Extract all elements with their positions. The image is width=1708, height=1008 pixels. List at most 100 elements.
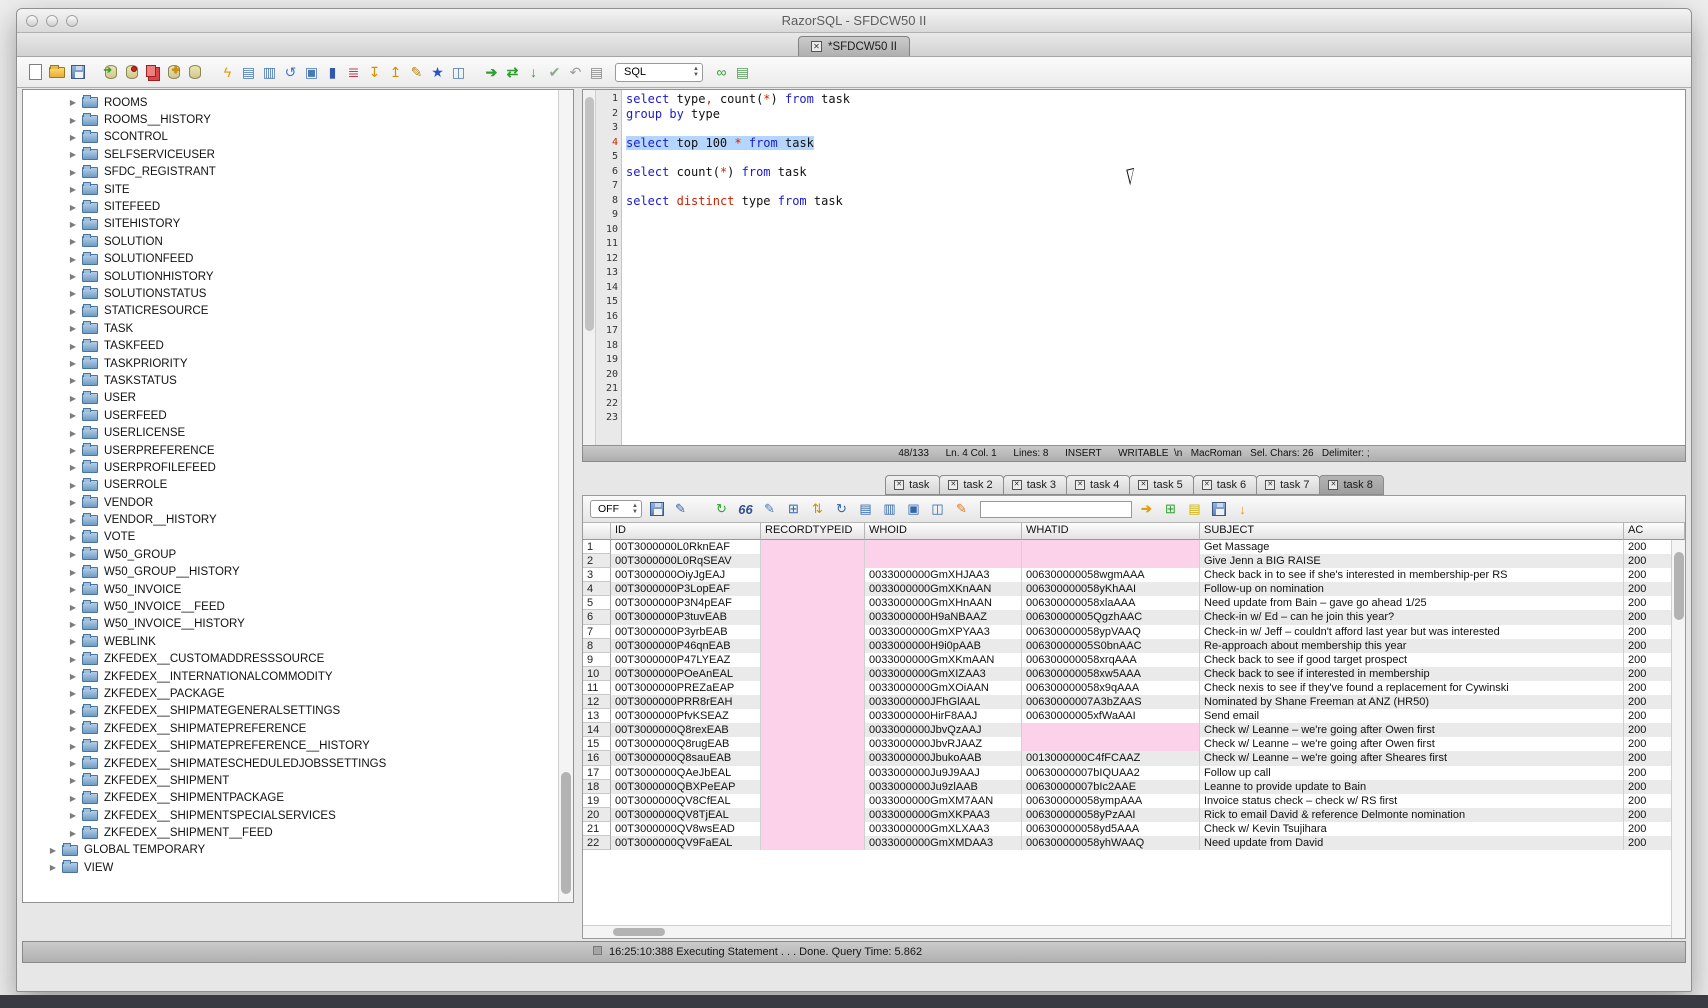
table-row[interactable]: 500T3000000P3N4pEAF0033000000GmXHnAAN006…: [583, 596, 1685, 610]
grid-horizontal-scrollbar[interactable]: [583, 925, 1685, 938]
save-results-icon[interactable]: [647, 500, 666, 519]
grid-cell[interactable]: 00630000007bIQUAA2: [1022, 766, 1200, 780]
grid-cell[interactable]: Need update from Bain – gave go ahead 1/…: [1200, 596, 1624, 610]
close-window-button[interactable]: [26, 15, 38, 27]
disclosure-triangle-icon[interactable]: ▶: [67, 603, 79, 612]
disclosure-triangle-icon[interactable]: ▶: [67, 203, 79, 212]
grid-cell[interactable]: [761, 723, 865, 737]
row-number-cell[interactable]: 11: [583, 681, 611, 695]
grid-cell[interactable]: 00T3000000P3tuvEAB: [611, 610, 761, 624]
grid-cell[interactable]: 00630000007A3bZAAS: [1022, 695, 1200, 709]
tree-item-view[interactable]: ▶VIEW: [23, 859, 557, 876]
tree-item-selfserviceuser[interactable]: ▶SELFSERVICEUSER: [23, 146, 557, 163]
grid-cell[interactable]: Check w/ Leanne – we're going after Shea…: [1200, 751, 1624, 765]
tab-close-icon[interactable]: ✕: [1012, 480, 1022, 490]
tree-item-user[interactable]: ▶USER: [23, 390, 557, 407]
panel-splitter[interactable]: [574, 89, 582, 939]
grid-hscrollbar-thumb[interactable]: [613, 928, 665, 936]
tree-item-staticresource[interactable]: ▶STATICRESOURCE: [23, 303, 557, 320]
table-row[interactable]: 900T3000000P47LYEAZ0033000000GmXKmAAN006…: [583, 653, 1685, 667]
tree-item-scontrol[interactable]: ▶SCONTROL: [23, 129, 557, 146]
grid-vertical-scrollbar[interactable]: [1671, 540, 1685, 938]
grid-cell[interactable]: 0033000000GmXMDAA3: [865, 836, 1022, 850]
grid-cell[interactable]: 00T3000000Q8rugEAB: [611, 737, 761, 751]
grid-cell[interactable]: [761, 766, 865, 780]
tab-close-icon[interactable]: ✕: [1138, 480, 1148, 490]
result-tab-task-8[interactable]: ✕task 8: [1319, 475, 1383, 495]
grid-cell[interactable]: [761, 653, 865, 667]
tree-item-rooms[interactable]: ▶ROOMS: [23, 94, 557, 111]
row-limit-select[interactable]: OFF▲▼: [590, 500, 642, 518]
grid-cell[interactable]: 00630000005xfWaAAI: [1022, 709, 1200, 723]
copy-results-icon[interactable]: [142, 62, 163, 83]
grid-cell[interactable]: 006300000058ympAAA: [1022, 794, 1200, 808]
disclosure-triangle-icon[interactable]: ▶: [67, 255, 79, 264]
grid-cell[interactable]: [761, 780, 865, 794]
tree-scrollbar-thumb[interactable]: [561, 772, 571, 894]
execute-lightning-icon[interactable]: ϟ: [217, 62, 238, 83]
grid-cell[interactable]: [761, 808, 865, 822]
disclosure-triangle-icon[interactable]: ▶: [67, 237, 79, 246]
tree-item-global temporary[interactable]: ▶GLOBAL TEMPORARY: [23, 842, 557, 859]
execute-down-icon[interactable]: ↓: [523, 62, 544, 83]
grid-cell[interactable]: 0033000000GmXM7AAN: [865, 794, 1022, 808]
grid-cell[interactable]: 00T3000000Q8rexEAB: [611, 723, 761, 737]
grid-cell[interactable]: 00T3000000QV8CfEAL: [611, 794, 761, 808]
disclosure-triangle-icon[interactable]: ▶: [67, 185, 79, 194]
commit-icon[interactable]: ✔: [544, 62, 565, 83]
row-number-cell[interactable]: 9: [583, 653, 611, 667]
disclosure-triangle-icon[interactable]: ▶: [67, 707, 79, 716]
grid-cell[interactable]: Follow-up on nomination: [1200, 582, 1624, 596]
table-columns-icon[interactable]: ▥: [880, 500, 899, 519]
row-number-cell[interactable]: 8: [583, 639, 611, 653]
tree-item-w50_invoice__feed[interactable]: ▶W50_INVOICE__FEED: [23, 598, 557, 615]
grid-cell[interactable]: 0033000000JbukoAAB: [865, 751, 1022, 765]
zoom-window-button[interactable]: [66, 15, 78, 27]
grid-cell[interactable]: 0033000000Ju9zlAAB: [865, 780, 1022, 794]
grid-cell[interactable]: Re-approach about membership this year: [1200, 639, 1624, 653]
document-tab[interactable]: ✕ *SFDCW50 II: [798, 36, 910, 56]
execute-sql-icon[interactable]: ➔: [481, 62, 502, 83]
disclosure-triangle-icon[interactable]: ▶: [67, 776, 79, 785]
tree-item-sitefeed[interactable]: ▶SITEFEED: [23, 198, 557, 215]
tree-item-sitehistory[interactable]: ▶SITEHISTORY: [23, 216, 557, 233]
save-updates-icon[interactable]: [1209, 500, 1228, 519]
table-row[interactable]: 300T3000000OiyJgEAJ0033000000GmXHJAA3006…: [583, 568, 1685, 582]
tree-item-zkfedex__shipmatescheduledjobssettings[interactable]: ▶ZKFEDEX__SHIPMATESCHEDULEDJOBSSETTINGS: [23, 755, 557, 772]
column-header-recordtypeid[interactable]: RECORDTYPEID: [761, 523, 865, 540]
grid-cell[interactable]: [761, 610, 865, 624]
grid-cell[interactable]: 00T3000000PREZaEAP: [611, 681, 761, 695]
grid-cell[interactable]: Check back to see if interested in membe…: [1200, 667, 1624, 681]
disclosure-triangle-icon[interactable]: ▶: [67, 794, 79, 803]
table-row[interactable]: 1900T3000000QV8CfEAL0033000000GmXM7AAN00…: [583, 794, 1685, 808]
tree-item-userrole[interactable]: ▶USERROLE: [23, 477, 557, 494]
tab-close-icon[interactable]: ✕: [1075, 480, 1085, 490]
sql-history-icon[interactable]: ▤: [586, 62, 607, 83]
auto-commit-icon[interactable]: ∞: [711, 62, 732, 83]
insert-row-icon[interactable]: ⊞: [784, 500, 803, 519]
column-header-whoid[interactable]: WHOID: [865, 523, 1022, 540]
tree-item-taskfeed[interactable]: ▶TASKFEED: [23, 337, 557, 354]
row-number-cell[interactable]: 15: [583, 737, 611, 751]
disclosure-triangle-icon[interactable]: ▶: [67, 342, 79, 351]
disclosure-triangle-icon[interactable]: ▶: [67, 429, 79, 438]
sql-type-select[interactable]: SQL▲▼: [615, 63, 703, 82]
grid-cell[interactable]: 0033000000HirF8AAJ: [865, 709, 1022, 723]
grid-cell[interactable]: 00T3000000QV9FaEAL: [611, 836, 761, 850]
grid-cell[interactable]: Send email: [1200, 709, 1624, 723]
grid-cell[interactable]: 00T3000000P47LYEAZ: [611, 653, 761, 667]
grid-cell[interactable]: [761, 681, 865, 695]
grid-cell[interactable]: 006300000058yKhAAI: [1022, 582, 1200, 596]
grid-cell[interactable]: [1022, 540, 1200, 554]
table-row[interactable]: 1000T3000000POeAnEAL0033000000GmXIZAA300…: [583, 667, 1685, 681]
grid-cell[interactable]: 006300000058xlaAAA: [1022, 596, 1200, 610]
rollback-icon[interactable]: ↶: [565, 62, 586, 83]
disclosure-triangle-icon[interactable]: ▶: [67, 272, 79, 281]
add-connection-icon[interactable]: ✚: [163, 62, 184, 83]
grid-cell[interactable]: 0033000000JFhGlAAL: [865, 695, 1022, 709]
tree-item-solutionfeed[interactable]: ▶SOLUTIONFEED: [23, 251, 557, 268]
export-grid-icon[interactable]: ⊞: [1161, 500, 1180, 519]
table-row[interactable]: 400T3000000P3LopEAF0033000000GmXKnAAN006…: [583, 582, 1685, 596]
grid-cell[interactable]: 0033000000JbvQzAAJ: [865, 723, 1022, 737]
column-header-id[interactable]: ID: [611, 523, 761, 540]
